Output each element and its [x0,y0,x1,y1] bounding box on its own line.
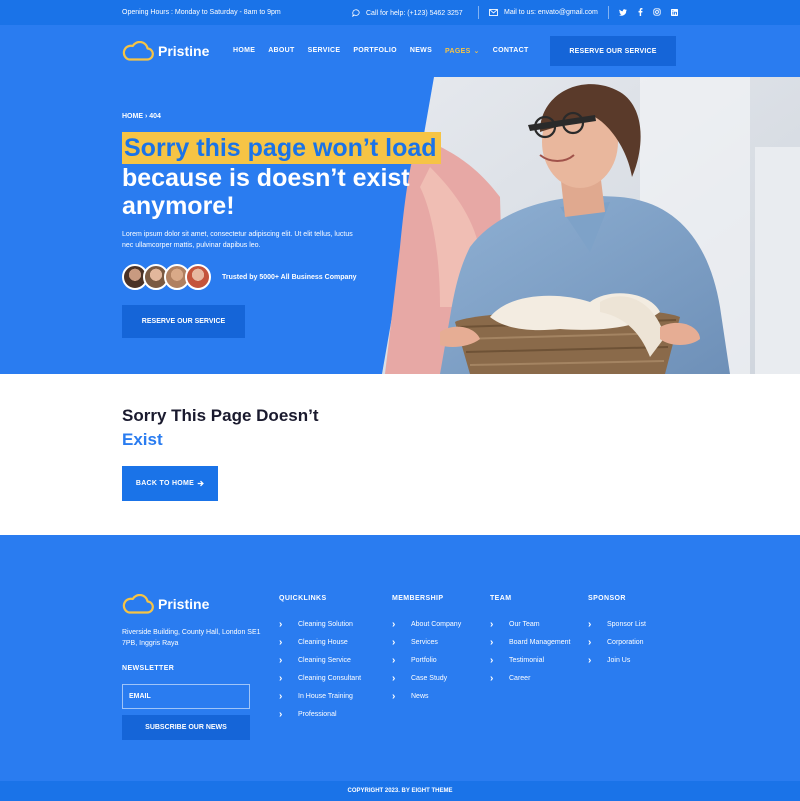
copyright-bar: COPYRIGHT 2023. BY EIGHT THEME [0,781,800,801]
nav-contact[interactable]: CONTACT [493,47,529,55]
top-info-bar: Opening Hours : Monday to Saturday - 8am… [0,0,800,25]
social-links [619,8,678,16]
hero-title-highlight: Sorry this page won’t load [122,132,441,164]
footer-link[interactable]: Cleaning Service [279,651,361,669]
footer-link[interactable]: Testimonial [490,651,570,669]
help-phone[interactable]: Call for help: (+123) 5462 3257 [352,9,463,17]
footer-link[interactable]: News [392,687,461,705]
footer-column-quicklinks: QUICKLINKS Cleaning Solution Cleaning Ho… [279,595,361,723]
footer-address: Riverside Building, County Hall, London … [122,629,261,647]
breadcrumb[interactable]: HOME › 404 [122,113,161,120]
newsletter-title: NEWSLETTER [122,665,175,672]
arrow-right-icon [197,480,204,487]
footer-link[interactable]: Services [392,633,461,651]
footer-link[interactable]: Join Us [588,651,646,669]
hero-title-rest: because is doesn’t exist anymore! [122,164,410,220]
footer-link[interactable]: Sponsor List [588,615,646,633]
back-to-home-button[interactable]: BACK TO HOME [122,466,218,501]
chat-icon [352,9,360,17]
footer-column-sponsor: SPONSOR Sponsor List Corporation Join Us [588,595,646,669]
twitter-icon[interactable] [619,8,627,16]
linkedin-icon[interactable] [670,8,678,16]
footer-link[interactable]: Career [490,669,570,687]
notfound-subtitle: Exist [122,430,163,449]
trusted-text: Trusted by 5000+ All Business Company [222,273,357,281]
hero-section: HOME › 404 Sorry this page won’t load be… [0,77,800,374]
opening-hours: Opening Hours : Monday to Saturday - 8am… [122,9,281,16]
hero-description: Lorem ipsum dolor sit amet, consectetur … [122,231,353,249]
mail-icon [489,9,498,16]
hero-photo [382,77,800,374]
newsletter-email-input[interactable] [122,684,250,709]
footer-column-team: TEAM Our Team Board Management Testimoni… [490,595,570,687]
notfound-title: Sorry This Page Doesn’t [122,406,319,425]
column-title: TEAM [490,595,512,602]
footer-link[interactable]: Professional [279,705,361,723]
trusted-by: Trusted by 5000+ All Business Company [122,264,357,290]
subscribe-button[interactable]: SUBSCRIBE OUR NEWS [122,715,250,740]
nav-service[interactable]: SERVICE [308,47,341,55]
main-navigation: HOME ABOUT SERVICE PORTFOLIO NEWS PAGES … [233,47,529,55]
footer-link[interactable]: In House Training [279,687,361,705]
footer-link[interactable]: Portfolio [392,651,461,669]
footer-link[interactable]: About Company [392,615,461,633]
footer: Pristine Riverside Building, County Hall… [0,535,800,781]
topbar-divider [608,6,609,19]
footer-link[interactable]: Cleaning Consultant [279,669,361,687]
brand-name: Pristine [158,43,210,59]
footer-link[interactable]: Cleaning Solution [279,615,361,633]
column-title: MEMBERSHIP [392,595,444,602]
avatar-group [122,264,211,290]
cloud-logo-icon [122,41,154,61]
avatar [185,264,211,290]
nav-pages[interactable]: PAGES [445,47,480,55]
facebook-icon[interactable] [636,8,644,16]
hero-reserve-button[interactable]: RESERVE OUR SERVICE [122,305,245,338]
footer-link[interactable]: Corporation [588,633,646,651]
footer-link[interactable]: Board Management [490,633,570,651]
column-title: QUICKLINKS [279,595,327,602]
footer-column-membership: MEMBERSHIP About Company Services Portfo… [392,595,461,705]
footer-logo[interactable]: Pristine [122,594,209,614]
cloud-logo-icon [122,594,154,614]
main-header: Pristine HOME ABOUT SERVICE PORTFOLIO NE… [0,25,800,77]
mail-text: Mail to us: envato@gmail.com [504,9,598,16]
help-phone-text: Call for help: (+123) 5462 3257 [366,9,463,17]
column-title: SPONSOR [588,595,626,602]
instagram-icon[interactable] [653,8,661,16]
footer-brand-name: Pristine [158,596,210,612]
nav-portfolio[interactable]: PORTFOLIO [353,47,397,55]
footer-link[interactable]: Case Study [392,669,461,687]
nav-home[interactable]: HOME [233,47,255,55]
footer-link[interactable]: Cleaning House [279,633,361,651]
footer-link[interactable]: Our Team [490,615,570,633]
mail-link[interactable]: Mail to us: envato@gmail.com [489,9,598,16]
nav-news[interactable]: NEWS [410,47,432,55]
brand-logo[interactable]: Pristine [122,41,209,61]
reserve-service-button[interactable]: RESERVE OUR SERVICE [550,36,676,66]
hero-title: Sorry this page won’t load because is do… [122,132,482,220]
nav-about[interactable]: ABOUT [268,47,294,55]
back-to-home-label: BACK TO HOME [135,480,195,487]
topbar-divider [478,6,479,19]
